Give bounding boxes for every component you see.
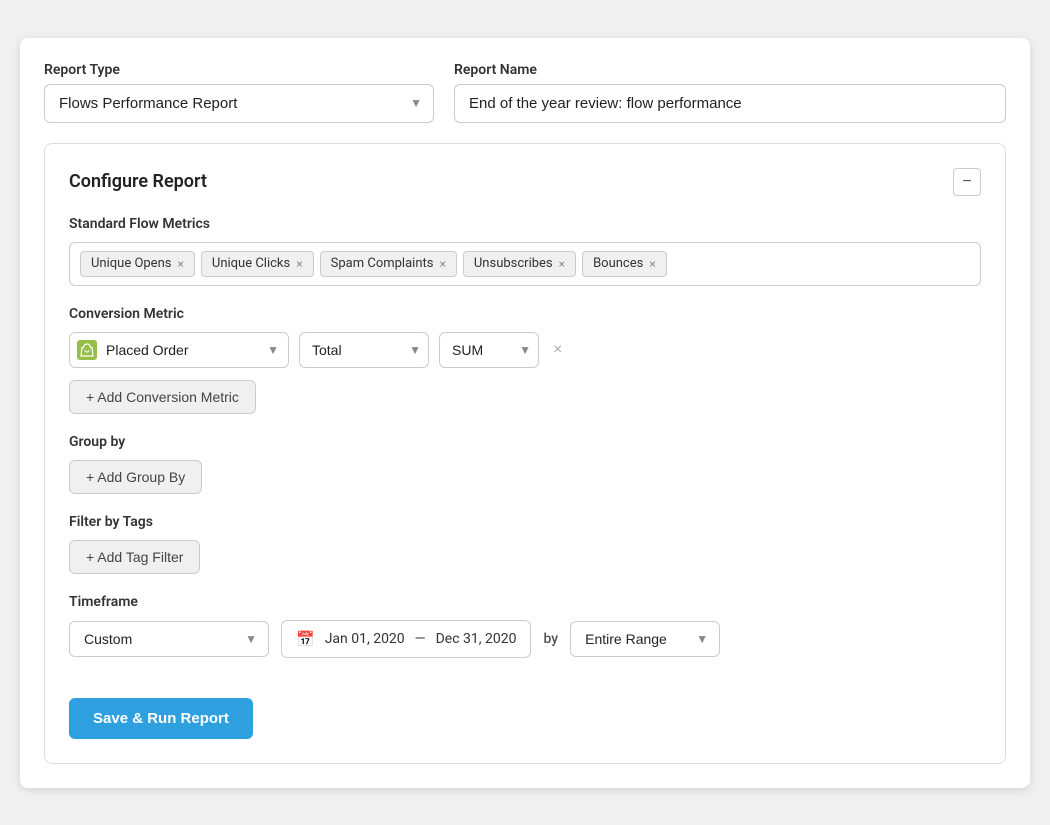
entire-range-select-wrapper: Entire Range Daily Weekly Monthly ▼: [570, 621, 720, 657]
configure-panel: Configure Report − Standard Flow Metrics…: [44, 143, 1006, 764]
group-by-label: Group by: [69, 434, 981, 450]
tag-unsubscribes: Unsubscribes ×: [463, 251, 576, 277]
report-type-select-wrapper: Flows Performance Report Campaign Perfor…: [44, 84, 434, 123]
conversion-type-select[interactable]: Total Unique: [299, 332, 429, 368]
configure-header: Configure Report −: [69, 168, 981, 196]
standard-flow-metrics-section: Standard Flow Metrics Unique Opens × Uni…: [69, 216, 981, 286]
collapse-icon: −: [962, 173, 971, 191]
calendar-icon: 📅: [296, 630, 315, 648]
tag-unique-clicks-remove[interactable]: ×: [296, 258, 302, 270]
report-name-group: Report Name: [454, 62, 1006, 123]
timeframe-select-wrapper: Custom Last 7 Days Last 30 Days Last 90 …: [69, 621, 269, 657]
collapse-button[interactable]: −: [953, 168, 981, 196]
conversion-metric-section: Conversion Metric Placed Order ▼: [69, 306, 981, 414]
tag-bounces: Bounces ×: [582, 251, 667, 277]
report-type-select[interactable]: Flows Performance Report Campaign Perfor…: [44, 84, 434, 123]
conversion-metric-label: Conversion Metric: [69, 306, 981, 322]
date-start: Jan 01, 2020: [325, 631, 405, 647]
top-row: Report Type Flows Performance Report Cam…: [44, 62, 1006, 123]
date-end: Dec 31, 2020: [436, 631, 517, 647]
tag-unique-opens-label: Unique Opens: [91, 256, 171, 271]
add-conversion-metric-button[interactable]: + Add Conversion Metric: [69, 380, 256, 414]
conversion-agg-select-wrapper: SUM AVG COUNT ▼: [439, 332, 539, 368]
report-name-label: Report Name: [454, 62, 1006, 78]
timeframe-row: Custom Last 7 Days Last 30 Days Last 90 …: [69, 620, 981, 658]
page-container: Report Type Flows Performance Report Cam…: [20, 38, 1030, 788]
standard-flow-metrics-label: Standard Flow Metrics: [69, 216, 981, 232]
tag-unique-opens-remove[interactable]: ×: [177, 258, 183, 270]
add-group-by-button[interactable]: + Add Group By: [69, 460, 202, 494]
report-name-input[interactable]: [454, 84, 1006, 123]
filter-by-tags-section: Filter by Tags + Add Tag Filter: [69, 514, 981, 574]
tag-bounces-remove[interactable]: ×: [649, 258, 655, 270]
conversion-metric-row: Placed Order ▼ Total Unique ▼ SUM AVG CO: [69, 332, 981, 368]
conversion-metric-select[interactable]: Placed Order: [69, 332, 289, 368]
conversion-metric-select-wrapper: Placed Order ▼: [69, 332, 289, 368]
timeframe-select[interactable]: Custom Last 7 Days Last 30 Days Last 90 …: [69, 621, 269, 657]
conversion-type-select-wrapper: Total Unique ▼: [299, 332, 429, 368]
tag-spam-complaints-label: Spam Complaints: [331, 256, 434, 271]
timeframe-section: Timeframe Custom Last 7 Days Last 30 Day…: [69, 594, 981, 658]
filter-by-tags-label: Filter by Tags: [69, 514, 981, 530]
date-separator: —: [415, 631, 426, 647]
configure-title: Configure Report: [69, 171, 207, 192]
report-type-group: Report Type Flows Performance Report Cam…: [44, 62, 434, 123]
tag-unique-clicks-label: Unique Clicks: [212, 256, 290, 271]
tag-spam-complaints: Spam Complaints ×: [320, 251, 457, 277]
entire-range-select[interactable]: Entire Range Daily Weekly Monthly: [570, 621, 720, 657]
tags-container: Unique Opens × Unique Clicks × Spam Comp…: [69, 242, 981, 286]
tag-bounces-label: Bounces: [593, 256, 643, 271]
conversion-agg-select[interactable]: SUM AVG COUNT: [439, 332, 539, 368]
tag-spam-complaints-remove[interactable]: ×: [439, 258, 445, 270]
save-run-report-button[interactable]: Save & Run Report: [69, 698, 253, 739]
tag-unsubscribes-label: Unsubscribes: [474, 256, 553, 271]
report-type-label: Report Type: [44, 62, 434, 78]
timeframe-label: Timeframe: [69, 594, 981, 610]
group-by-section: Group by + Add Group By: [69, 434, 981, 494]
add-tag-filter-button[interactable]: + Add Tag Filter: [69, 540, 200, 574]
date-range-box[interactable]: 📅 Jan 01, 2020 — Dec 31, 2020: [281, 620, 531, 658]
tag-unsubscribes-remove[interactable]: ×: [559, 258, 565, 270]
tag-unique-opens: Unique Opens ×: [80, 251, 195, 277]
by-label: by: [543, 631, 558, 647]
tag-unique-clicks: Unique Clicks ×: [201, 251, 314, 277]
conversion-metric-remove-button[interactable]: ×: [549, 337, 566, 363]
